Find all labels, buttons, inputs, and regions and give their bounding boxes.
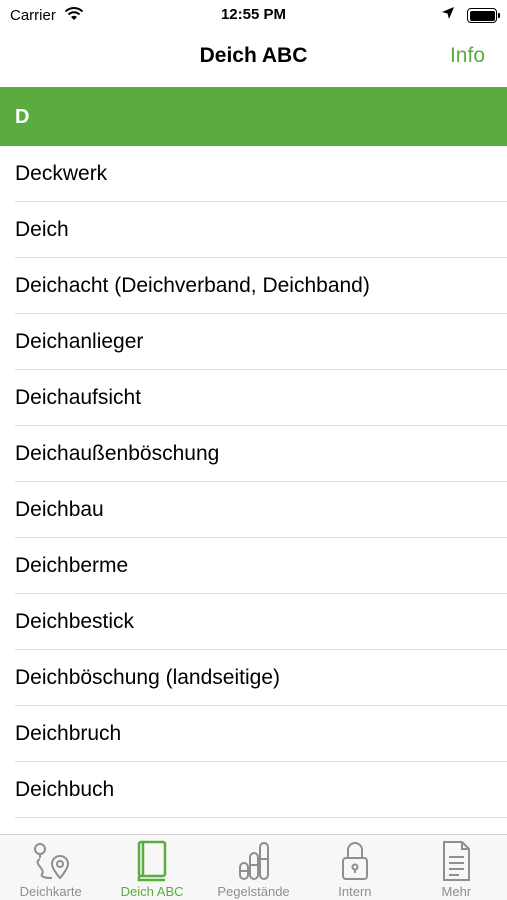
tab-label: Deich ABC (120, 884, 184, 899)
list-item-label: Deichberme (15, 554, 129, 577)
tab-deichkarte[interactable]: Deichkarte (0, 835, 101, 900)
tab-label: Pegelstände (217, 884, 290, 899)
battery-fill (469, 10, 495, 21)
tab-pegelstaende[interactable]: Pegelstände (203, 835, 304, 900)
tab-mehr[interactable]: Mehr (406, 835, 507, 900)
tab-deich-abc[interactable]: Deich ABC (101, 835, 202, 900)
tab-label: Mehr (441, 884, 472, 899)
section-letter: D (15, 106, 30, 128)
map-route-icon (28, 839, 74, 883)
book-icon (129, 839, 175, 883)
list-item[interactable]: Deich (0, 202, 507, 258)
list-item[interactable]: Deichaufsicht (0, 370, 507, 426)
list-item-label: Deichacht (Deichverband, Deichband) (15, 274, 370, 297)
list-item-label: Deichbruch (15, 722, 122, 745)
status-time: 12:55 PM (220, 6, 287, 23)
list-item-label: Deichböschung (landseitige) (15, 666, 280, 689)
info-button[interactable]: Info (450, 44, 485, 68)
list-item[interactable]: Deichanlieger (0, 314, 507, 370)
list-item[interactable]: Deichaußenböschung (0, 426, 507, 482)
list-item-label: Deichbau (15, 498, 104, 521)
list-item-label: Deich (15, 218, 69, 241)
tab-intern[interactable]: Intern (304, 835, 405, 900)
lock-icon (332, 839, 378, 883)
list-item[interactable]: Deichacht (Deichverband, Deichband) (0, 258, 507, 314)
list-item-label: Deckwerk (15, 162, 108, 185)
list-item[interactable]: Deichbruch (0, 706, 507, 762)
list-item[interactable]: Deichberme (0, 538, 507, 594)
list-item-label: Deichbestick (15, 610, 135, 633)
list-item-label: Deichaufsicht (15, 386, 142, 409)
list-item-label: Deichanlieger (15, 330, 144, 353)
list-item[interactable]: Deichbuch (0, 762, 507, 818)
tab-bar: Deichkarte Deich ABC Pegelstände Intern … (0, 834, 507, 900)
battery-icon (467, 8, 500, 23)
list-item[interactable]: Deichböschung (landseitige) (0, 650, 507, 706)
list-item-label: Deichaußenböschung (15, 442, 220, 465)
list-item[interactable]: Deichbestick (0, 594, 507, 650)
document-icon (433, 839, 479, 883)
list-item-label: Deichbuch (15, 778, 115, 801)
navigation-bar: Deich ABC Info (0, 30, 507, 86)
level-bars-icon (231, 839, 277, 883)
list-item[interactable]: Deichbau (0, 482, 507, 538)
location-arrow-icon (441, 6, 455, 25)
status-bar: Carrier 12:55 PM (0, 0, 507, 30)
page-title: Deich ABC (199, 44, 308, 67)
list-item[interactable]: Deckwerk (0, 146, 507, 202)
section-header: D (0, 87, 507, 146)
status-right (441, 6, 500, 25)
glossary-list[interactable]: Deckwerk Deich Deichacht (Deichverband, … (0, 146, 507, 834)
tab-label: Deichkarte (19, 884, 82, 899)
tab-label: Intern (338, 884, 372, 899)
